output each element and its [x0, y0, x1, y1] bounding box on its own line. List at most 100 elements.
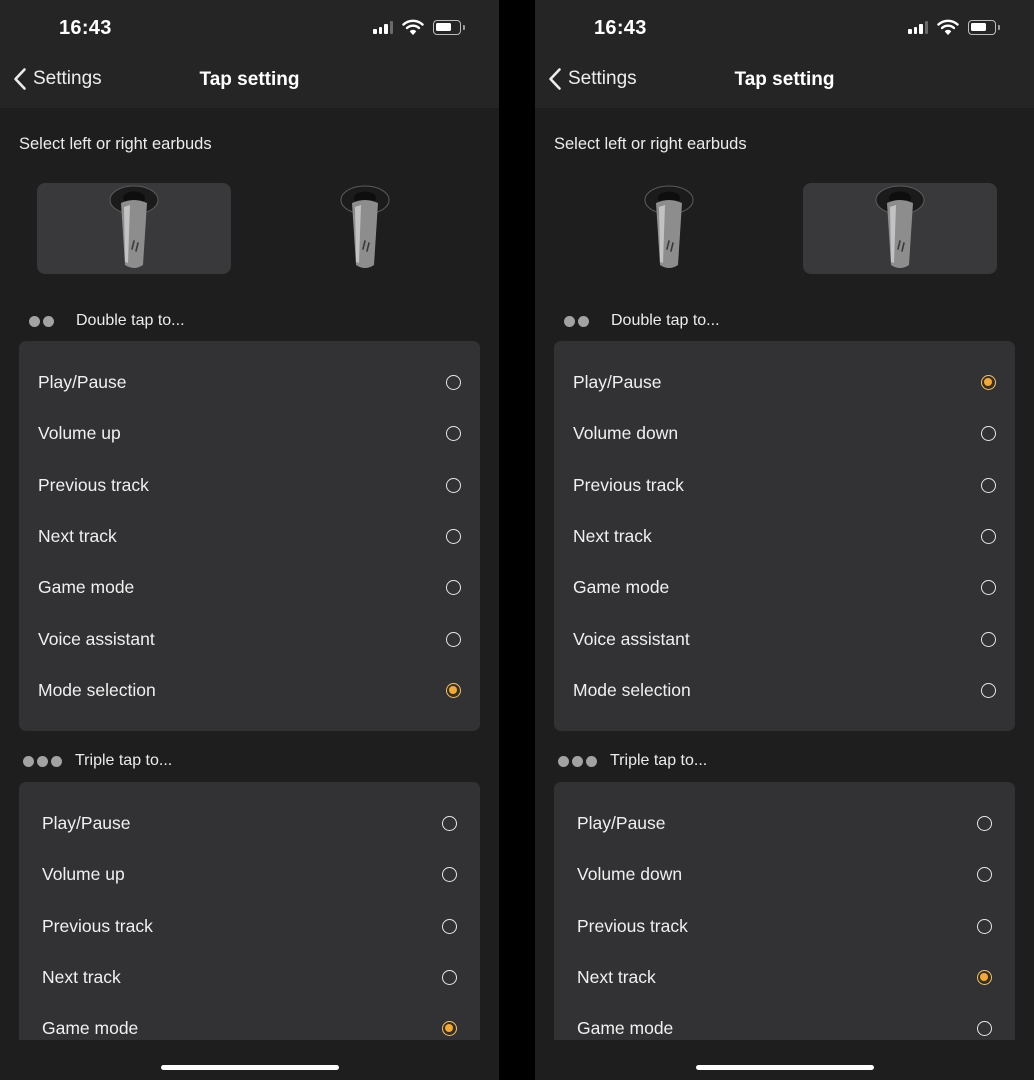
page-title: Tap setting — [199, 69, 300, 90]
earbud-select-prompt: Select left or right earbuds — [554, 135, 747, 153]
radio-selected-icon[interactable] — [977, 970, 992, 986]
option-row[interactable]: Next track — [19, 511, 480, 562]
option-row[interactable]: Next track — [19, 952, 480, 1003]
radio-selected-icon[interactable] — [446, 682, 461, 698]
option-row[interactable]: Voice assistant — [554, 613, 1015, 664]
radio-icon[interactable] — [977, 867, 992, 883]
status-time: 16:43 — [59, 17, 112, 39]
option-row[interactable]: Mode selection — [19, 665, 480, 716]
double-tap-label: Double tap to... — [611, 312, 720, 329]
option-row[interactable]: Play/Pause — [554, 798, 1015, 849]
option-row[interactable]: Game mode — [19, 562, 480, 613]
option-row[interactable]: Previous track — [19, 460, 480, 511]
radio-icon[interactable] — [446, 529, 461, 545]
double-tap-label: Double tap to... — [76, 312, 185, 329]
option-row[interactable]: Volume down — [554, 408, 1015, 459]
option-label: Game mode — [573, 577, 670, 598]
option-label: Next track — [573, 526, 652, 547]
status-icons — [373, 19, 465, 35]
option-label: Next track — [577, 967, 656, 988]
nav-bar: Settings Tap setting — [535, 58, 1034, 108]
radio-icon[interactable] — [446, 426, 461, 442]
battery-icon — [433, 19, 465, 35]
radio-icon[interactable] — [981, 426, 996, 442]
radio-icon[interactable] — [442, 816, 457, 832]
option-row[interactable]: Previous track — [554, 901, 1015, 952]
option-label: Mode selection — [38, 679, 156, 700]
option-label: Game mode — [577, 1018, 674, 1039]
option-label: Play/Pause — [573, 372, 662, 393]
wifi-icon — [402, 19, 424, 35]
radio-icon[interactable] — [977, 816, 992, 832]
option-row[interactable]: Game mode — [554, 562, 1015, 613]
option-row[interactable]: Play/Pause — [554, 357, 1015, 408]
option-label: Play/Pause — [577, 813, 666, 834]
option-label: Previous track — [573, 474, 684, 495]
home-indicator[interactable] — [161, 1065, 339, 1070]
right-earbud-button[interactable] — [803, 183, 997, 274]
option-label: Previous track — [577, 915, 688, 936]
radio-icon[interactable] — [981, 529, 996, 545]
triple-tap-header: Triple tap to... — [535, 752, 707, 770]
option-label: Previous track — [42, 915, 153, 936]
radio-icon[interactable] — [446, 631, 461, 647]
status-icons — [908, 19, 1000, 35]
radio-icon[interactable] — [981, 631, 996, 647]
option-label: Previous track — [38, 474, 149, 495]
radio-selected-icon[interactable] — [442, 1021, 457, 1037]
option-row[interactable]: Volume up — [19, 849, 480, 900]
option-label: Play/Pause — [42, 813, 131, 834]
triple-tap-options: Play/Pause Volume up Previous track Next tr… — [19, 782, 480, 1080]
triple-tap-header: Triple tap to... — [0, 752, 172, 770]
radio-icon[interactable] — [981, 682, 996, 698]
page-title: Tap setting — [734, 69, 835, 90]
radio-icon[interactable] — [981, 580, 996, 596]
triple-tap-options: Play/Pause Volume down Previous track Next … — [554, 782, 1015, 1080]
home-indicator[interactable] — [696, 1065, 874, 1070]
phone-screen-left-earbud: 16:43 Settings Tap setting Select left o… — [0, 0, 499, 1080]
left-earbud-button[interactable] — [572, 183, 766, 274]
option-row[interactable]: Volume up — [19, 408, 480, 459]
option-row[interactable]: Next track — [554, 511, 1015, 562]
status-bar: 16:43 — [0, 0, 499, 58]
radio-icon[interactable] — [446, 477, 461, 493]
option-label: Next track — [42, 967, 121, 988]
earbud-icon — [644, 185, 694, 268]
signal-bars-icon — [373, 20, 393, 34]
radio-icon[interactable] — [977, 918, 992, 934]
wifi-icon — [937, 19, 959, 35]
option-row[interactable]: Play/Pause — [19, 357, 480, 408]
option-label: Mode selection — [573, 679, 691, 700]
option-row[interactable]: Volume down — [554, 849, 1015, 900]
nav-bar: Settings Tap setting — [0, 58, 499, 108]
triple-tap-label: Triple tap to... — [75, 752, 173, 769]
option-row[interactable]: Next track — [554, 952, 1015, 1003]
radio-icon[interactable] — [981, 477, 996, 493]
option-label: Volume down — [577, 864, 683, 885]
option-label: Game mode — [42, 1018, 139, 1039]
double-dot-icon — [29, 315, 54, 327]
radio-icon[interactable] — [442, 867, 457, 883]
radio-icon[interactable] — [977, 1021, 992, 1037]
earbud-select-prompt: Select left or right earbuds — [19, 135, 212, 153]
double-tap-header: Double tap to... — [0, 312, 185, 330]
radio-selected-icon[interactable] — [981, 375, 996, 391]
right-earbud-button[interactable] — [268, 183, 462, 274]
radio-icon[interactable] — [446, 580, 461, 596]
radio-icon[interactable] — [442, 970, 457, 986]
option-row[interactable]: Previous track — [554, 460, 1015, 511]
double-tap-options: Play/Pause Volume up Previous track Next tr… — [19, 341, 480, 731]
option-row[interactable]: Play/Pause — [19, 798, 480, 849]
option-label: Voice assistant — [573, 628, 690, 649]
triple-dot-icon — [23, 755, 62, 767]
radio-icon[interactable] — [442, 918, 457, 934]
option-row[interactable]: Voice assistant — [19, 613, 480, 664]
option-row[interactable]: Mode selection — [554, 665, 1015, 716]
triple-dot-icon — [558, 755, 597, 767]
left-earbud-button[interactable] — [37, 183, 231, 274]
option-row[interactable]: Previous track — [19, 901, 480, 952]
bottom-safe-area — [535, 1040, 1034, 1080]
radio-icon[interactable] — [446, 375, 461, 391]
option-label: Play/Pause — [38, 372, 127, 393]
option-label: Game mode — [38, 577, 135, 598]
